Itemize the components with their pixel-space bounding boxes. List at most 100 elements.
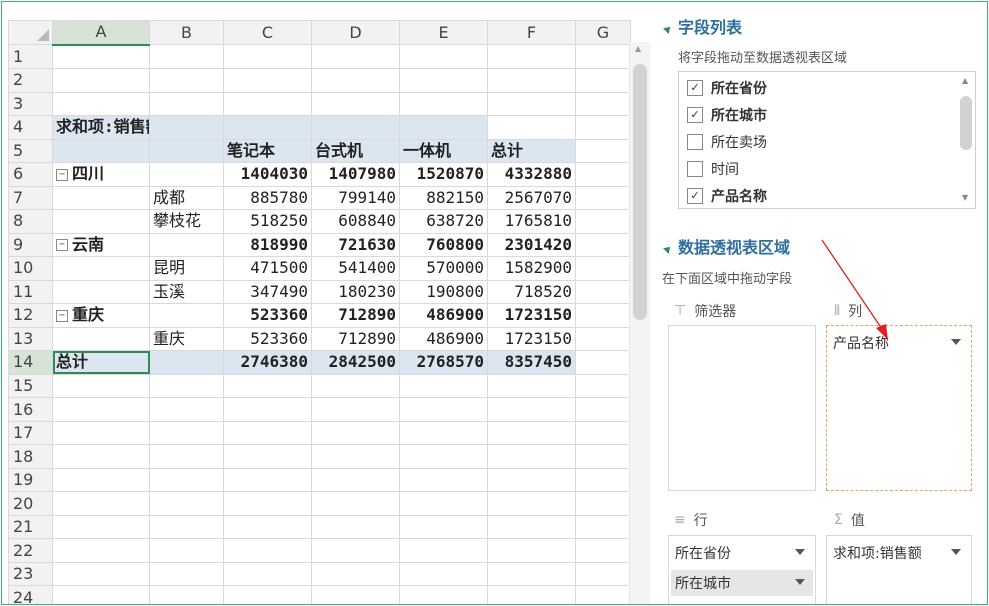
cell[interactable] (575, 326, 631, 352)
row-header[interactable]: 10 (8, 256, 53, 281)
cell[interactable] (223, 373, 312, 399)
pivot-value-cell[interactable]: 190800 (399, 279, 488, 305)
column-header-c[interactable]: C (223, 19, 312, 46)
pivot-column-header[interactable]: 一体机 (399, 138, 488, 164)
cell[interactable] (223, 444, 312, 469)
cell[interactable] (311, 538, 400, 563)
row-header[interactable]: 14 (8, 350, 53, 375)
cell[interactable] (575, 91, 631, 117)
cell[interactable] (399, 44, 488, 70)
cell[interactable] (52, 326, 150, 352)
pivot-subtotal-cell[interactable]: 818990 (223, 232, 312, 258)
cell[interactable] (311, 91, 400, 117)
cell[interactable] (52, 467, 150, 493)
pivot-grand-total-label[interactable]: 总计 (52, 350, 150, 375)
pivot-value-cell[interactable]: 1582900 (487, 256, 576, 281)
cell[interactable] (487, 397, 576, 422)
cell[interactable] (311, 491, 400, 516)
cell[interactable] (223, 68, 312, 93)
cell[interactable] (149, 420, 224, 446)
pivot-subtotal-cell[interactable]: 486900 (399, 303, 488, 328)
cell[interactable] (487, 561, 576, 587)
cell[interactable] (149, 397, 224, 422)
pivot-subtotal-cell[interactable]: 1520870 (399, 162, 488, 187)
cell[interactable] (575, 162, 631, 187)
cell[interactable] (487, 585, 576, 604)
pivot-value-cell[interactable]: 471500 (223, 256, 312, 281)
cell[interactable] (52, 185, 150, 211)
cell[interactable] (487, 420, 576, 446)
cell[interactable] (52, 420, 150, 446)
cell[interactable] (487, 538, 576, 563)
cell[interactable] (575, 444, 631, 469)
row-header[interactable]: 16 (8, 397, 53, 422)
pivot-grand-total-cell[interactable]: 2842500 (311, 350, 400, 375)
cell[interactable] (575, 538, 631, 563)
pivot-grand-total-cell[interactable]: 2768570 (399, 350, 488, 375)
pivot-group-cell[interactable]: − 重庆 (52, 303, 150, 328)
cell[interactable] (149, 585, 224, 604)
row-header[interactable]: 4 (8, 115, 53, 140)
row-header[interactable]: 11 (8, 279, 53, 305)
cell[interactable] (399, 538, 488, 563)
pivot-value-cell[interactable]: 718520 (487, 279, 576, 305)
row-header[interactable]: 17 (8, 420, 53, 446)
pivot-value-cell[interactable]: 608840 (311, 209, 400, 234)
cell[interactable] (52, 91, 150, 117)
cell[interactable] (52, 279, 150, 305)
cell[interactable] (575, 303, 631, 328)
pivot-value-cell[interactable]: 1765810 (487, 209, 576, 234)
cell[interactable] (149, 68, 224, 93)
pivot-subtotal-cell[interactable]: 721630 (311, 232, 400, 258)
cell[interactable] (223, 397, 312, 422)
pivot-value-cell[interactable]: 523360 (223, 326, 312, 352)
cell[interactable] (575, 514, 631, 540)
cell[interactable] (52, 561, 150, 587)
cell[interactable] (52, 256, 150, 281)
cell[interactable] (399, 397, 488, 422)
cell[interactable] (311, 115, 400, 140)
cell[interactable] (575, 491, 631, 516)
cell[interactable] (487, 491, 576, 516)
cell[interactable] (149, 373, 224, 399)
pivot-subtotal-cell[interactable]: 712890 (311, 303, 400, 328)
cell[interactable] (52, 444, 150, 469)
row-header[interactable]: 5 (8, 138, 53, 164)
spreadsheet-grid[interactable]: ABCDEFG1234求和项:销售额5笔记本台式机一体机总计6−四川140403… (8, 19, 631, 604)
cell[interactable] (311, 467, 400, 493)
cell[interactable] (399, 585, 488, 604)
column-header-f[interactable]: F (487, 19, 576, 46)
cell[interactable] (149, 162, 224, 187)
row-header[interactable]: 2 (8, 68, 53, 93)
cell[interactable] (223, 585, 312, 604)
column-header-g[interactable]: G (575, 19, 631, 46)
cell[interactable] (149, 350, 224, 375)
cell[interactable] (575, 467, 631, 493)
cell[interactable] (311, 561, 400, 587)
cell[interactable] (399, 491, 488, 516)
cell[interactable] (487, 115, 576, 140)
cell[interactable] (399, 467, 488, 493)
pivot-city-cell[interactable]: 重庆 (149, 326, 224, 352)
cell[interactable] (399, 561, 488, 587)
row-header[interactable]: 13 (8, 326, 53, 352)
cell[interactable] (575, 397, 631, 422)
cell[interactable] (487, 373, 576, 399)
cell[interactable] (149, 138, 224, 164)
pivot-city-cell[interactable]: 成都 (149, 185, 224, 211)
pivot-value-cell[interactable]: 1723150 (487, 326, 576, 352)
cell[interactable] (487, 91, 576, 117)
row-header[interactable]: 12 (8, 303, 53, 328)
row-header[interactable]: 3 (8, 91, 53, 117)
cell[interactable] (52, 491, 150, 516)
pivot-subtotal-cell[interactable]: 1723150 (487, 303, 576, 328)
row-header[interactable]: 6 (8, 162, 53, 187)
column-header-b[interactable]: B (149, 19, 224, 46)
pivot-group-cell[interactable]: − 云南 (52, 232, 150, 258)
scroll-thumb[interactable] (633, 64, 647, 320)
cell[interactable] (575, 185, 631, 211)
cell[interactable] (52, 44, 150, 70)
cell[interactable] (399, 420, 488, 446)
cell[interactable] (52, 209, 150, 234)
pivot-city-cell[interactable]: 昆明 (149, 256, 224, 281)
